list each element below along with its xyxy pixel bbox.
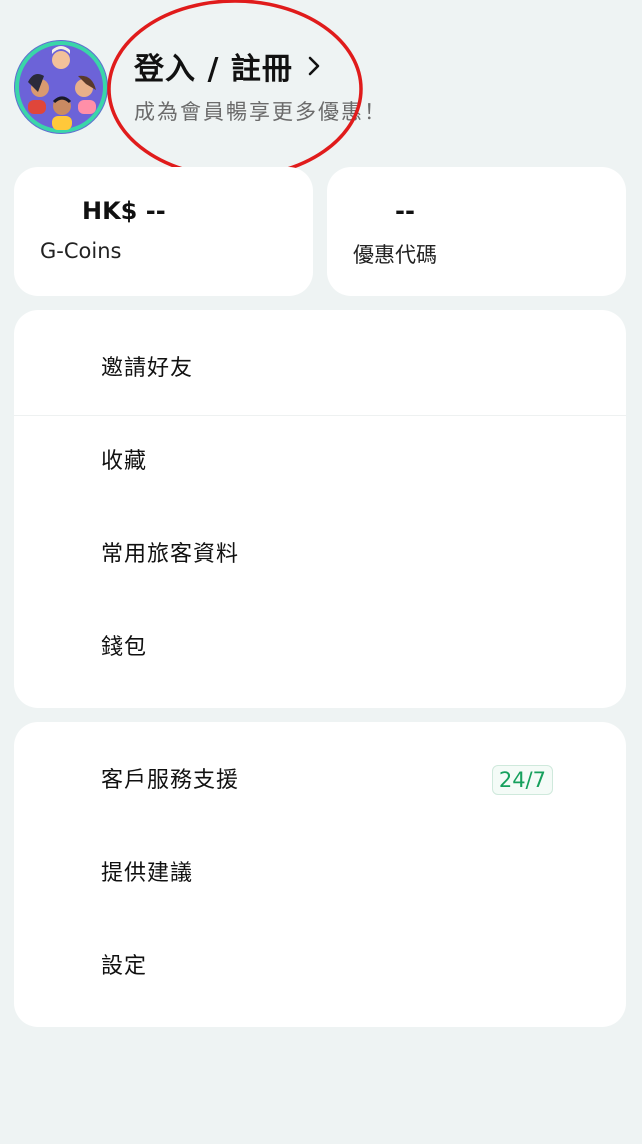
member-subtitle: 成為會員暢享更多優惠！ [134,100,387,124]
menu-item-traveler-info[interactable]: 常用旅客資料 [14,509,626,601]
menu-item-label: 邀請好友 [101,356,194,381]
support-menu: 客戶服務支援 24/7 提供建議 設定 [14,722,626,1027]
menu-item-wallet[interactable]: 錢包 [14,602,626,694]
promo-code-value: -- [395,197,415,225]
account-menu: 邀請好友 收藏 常用旅客資料 錢包 [14,310,626,708]
promo-code-card[interactable]: -- 優惠代碼 [327,167,626,296]
gcoins-card[interactable]: HK$ -- G-Coins [14,167,313,296]
menu-item-feedback[interactable]: 提供建議 [14,828,626,920]
menu-item-label: 客戶服務支援 [101,768,240,793]
promo-code-label: 優惠代碼 [353,243,437,267]
menu-item-invite-friends[interactable]: 邀請好友 [14,323,626,415]
login-register-label: 登入 / 註冊 [134,52,293,87]
menu-item-label: 錢包 [101,635,148,660]
login-register-link[interactable]: 登入 / 註冊 [134,44,325,88]
avatar[interactable] [14,40,108,134]
gcoins-value: HK$ -- [82,197,166,225]
menu-item-customer-support[interactable]: 客戶服務支援 24/7 [14,735,626,827]
annotation-circle [107,0,363,179]
menu-item-label: 提供建議 [101,861,194,886]
menu-item-label: 常用旅客資料 [101,542,240,567]
menu-item-label: 收藏 [101,449,148,474]
support-hours-badge: 24/7 [491,765,553,795]
menu-item-favorites[interactable]: 收藏 [14,416,626,508]
chevron-right-icon [308,56,320,76]
menu-item-settings[interactable]: 設定 [14,921,626,1013]
gcoins-label: G-Coins [40,239,122,263]
menu-item-label: 設定 [101,954,148,979]
profile-header: 登入 / 註冊 成為會員暢享更多優惠！ [0,0,642,179]
